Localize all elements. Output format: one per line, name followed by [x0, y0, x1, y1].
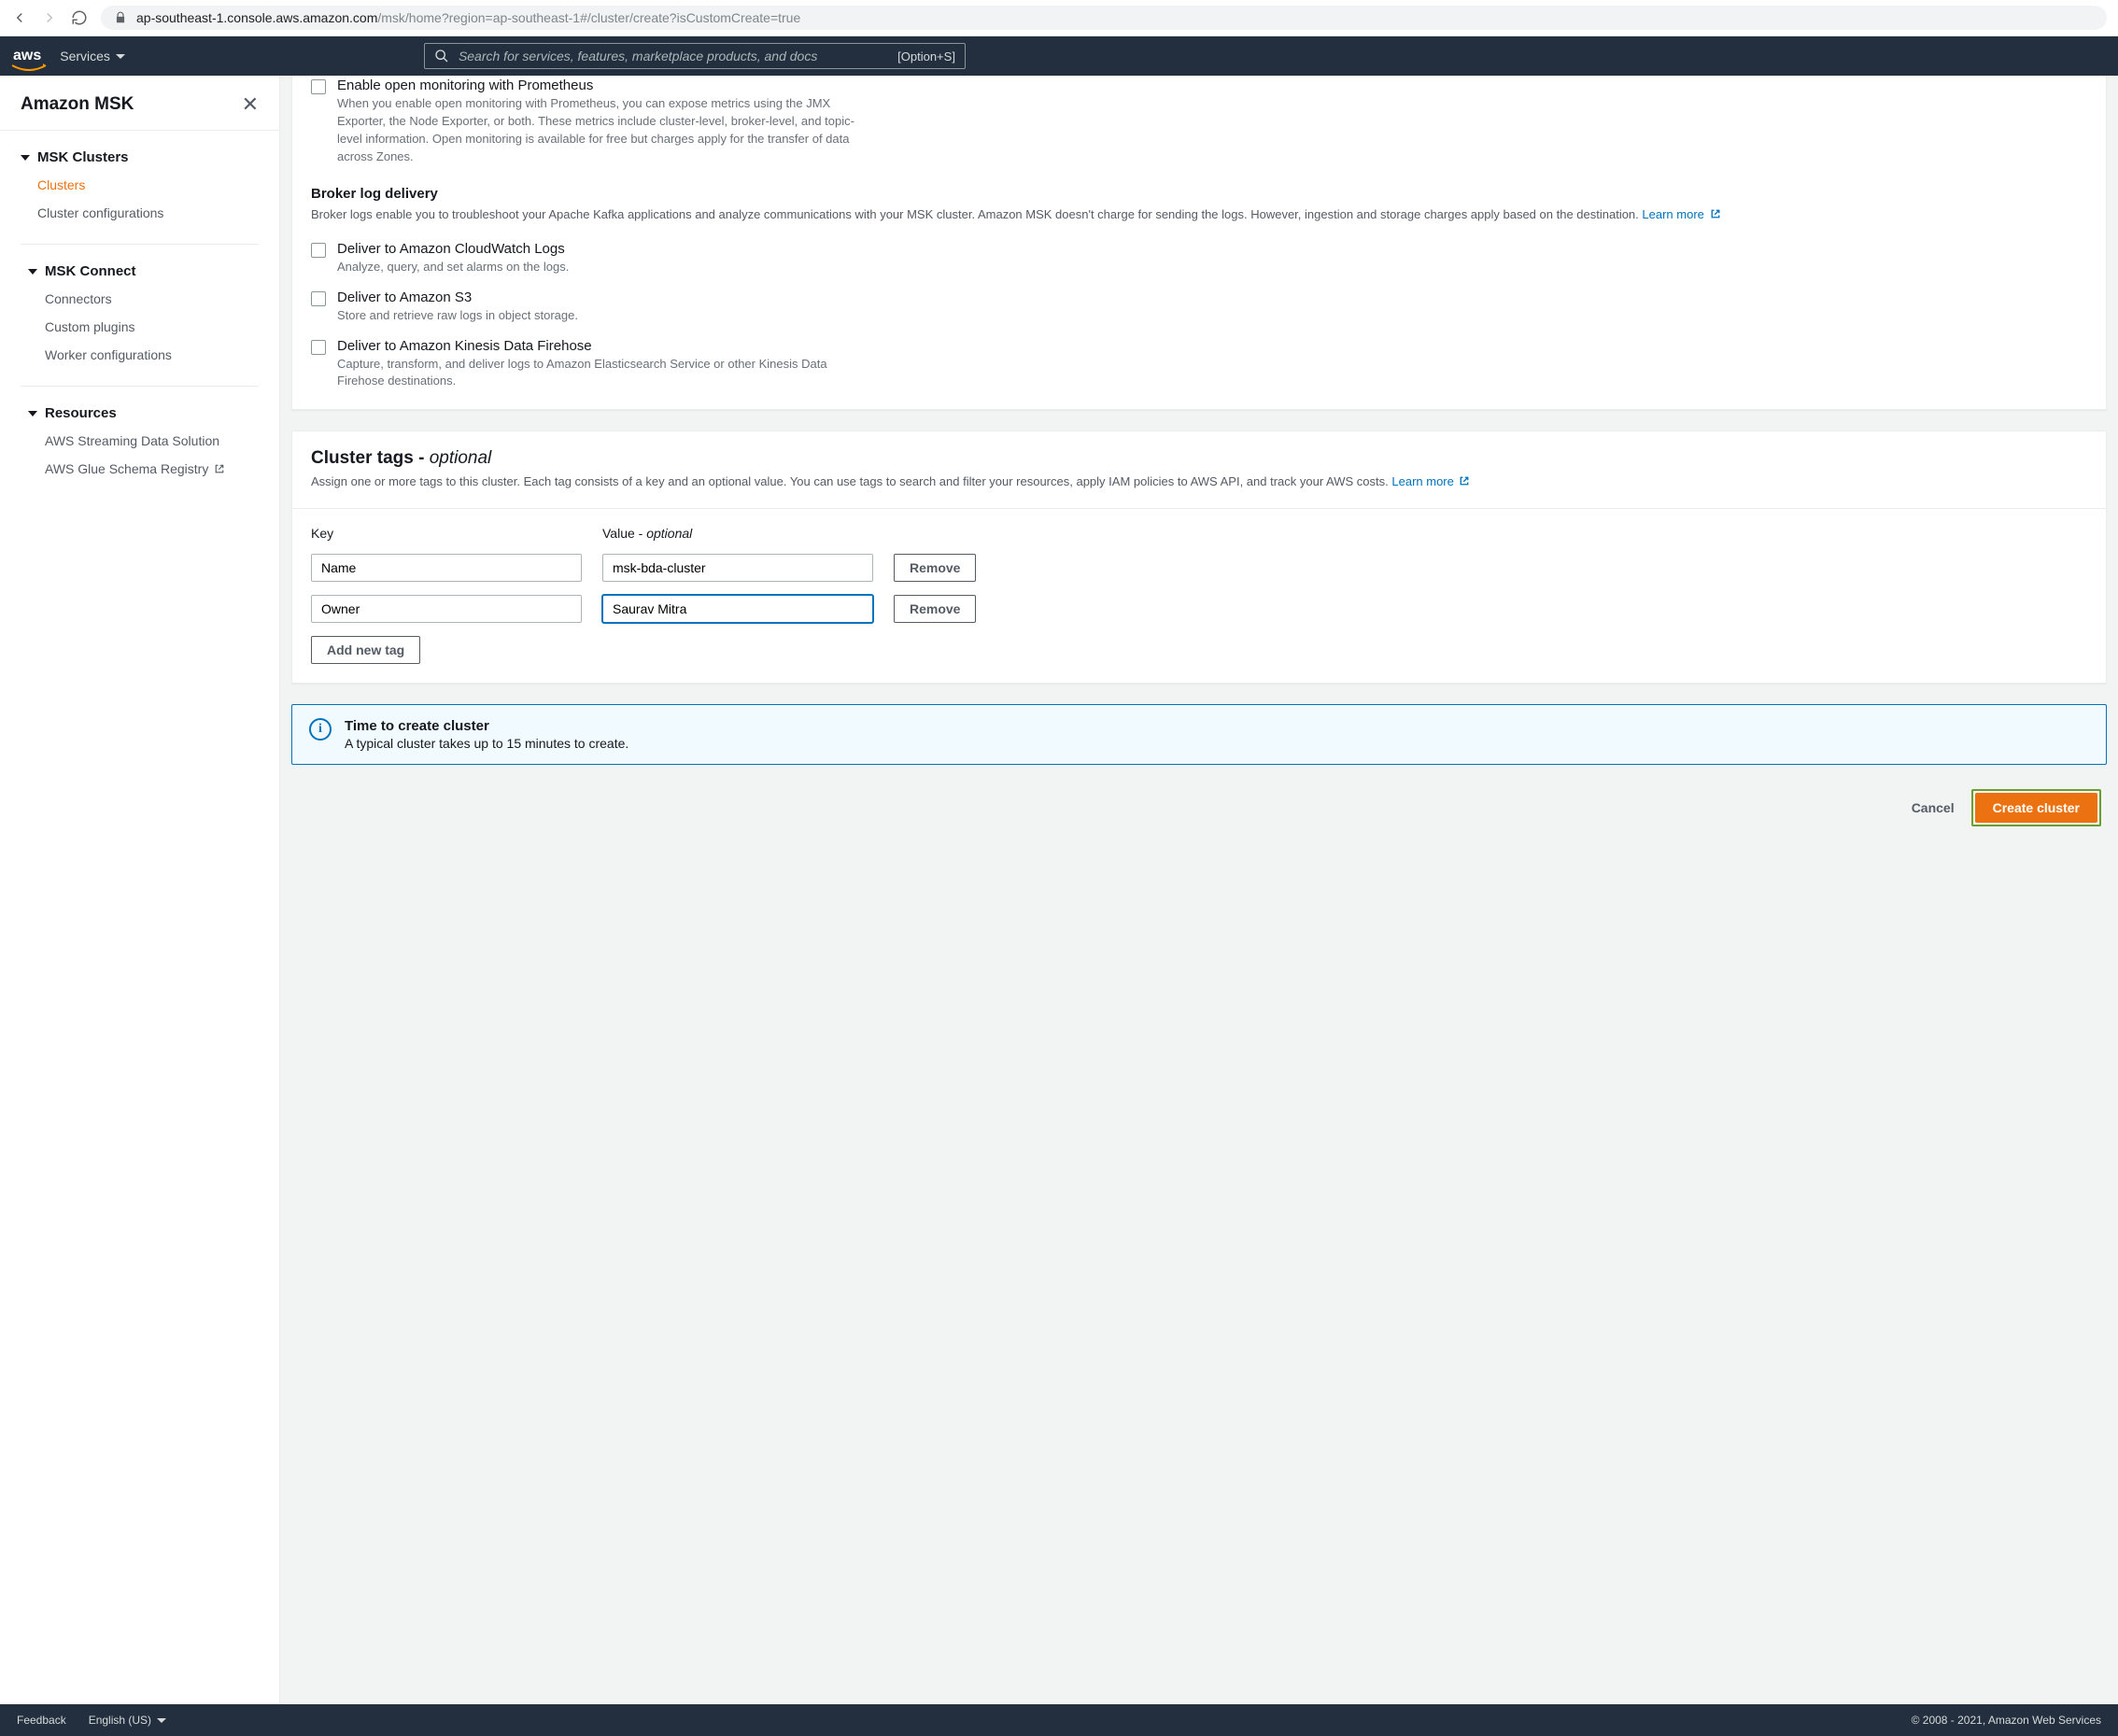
chevron-down-icon	[116, 54, 125, 59]
sidebar-item-cluster-configurations[interactable]: Cluster configurations	[13, 199, 266, 227]
tag-key-input[interactable]	[311, 595, 582, 623]
chevron-down-icon	[28, 269, 37, 275]
tag-key-header: Key	[311, 526, 582, 541]
sidebar-item-glue-schema-registry[interactable]: AWS Glue Schema Registry	[21, 455, 259, 483]
cancel-button[interactable]: Cancel	[1908, 793, 1958, 823]
url-bar[interactable]: ap-southeast-1.console.aws.amazon.com/ms…	[101, 6, 2107, 30]
sidebar-item-connectors[interactable]: Connectors	[21, 285, 259, 313]
chevron-down-icon	[28, 411, 37, 416]
external-link-icon	[1459, 475, 1470, 487]
aws-top-nav: aws Services [Option+S]	[0, 36, 2118, 76]
tag-value-input[interactable]	[602, 595, 873, 623]
nav-heading-msk-clusters[interactable]: MSK Clusters	[13, 144, 266, 171]
tag-value-input[interactable]	[602, 554, 873, 582]
forward-icon[interactable]	[41, 9, 58, 26]
feedback-link[interactable]: Feedback	[17, 1714, 66, 1727]
back-icon[interactable]	[11, 9, 28, 26]
close-icon[interactable]: ✕	[242, 92, 259, 117]
info-desc: A typical cluster takes up to 15 minutes…	[345, 736, 628, 751]
sidebar-title: Amazon MSK	[21, 94, 134, 115]
language-selector[interactable]: English (US)	[89, 1714, 166, 1727]
services-dropdown[interactable]: Services	[60, 49, 125, 64]
global-search[interactable]: [Option+S]	[424, 43, 966, 69]
learn-more-link[interactable]: Learn more	[1391, 474, 1470, 488]
learn-more-link[interactable]: Learn more	[1642, 207, 1720, 221]
search-input[interactable]	[459, 49, 888, 64]
tag-key-input[interactable]	[311, 554, 582, 582]
checkbox-firehose-desc: Capture, transform, and deliver logs to …	[337, 356, 869, 391]
checkbox-prometheus-label: Enable open monitoring with Prometheus	[337, 78, 869, 93]
checkbox-firehose-label: Deliver to Amazon Kinesis Data Firehose	[337, 338, 869, 354]
sidebar-item-custom-plugins[interactable]: Custom plugins	[21, 313, 259, 341]
checkbox-s3[interactable]	[311, 291, 326, 306]
create-highlight: Create cluster	[1971, 789, 2101, 826]
tag-row: Remove	[311, 595, 2087, 623]
cluster-tags-title: Cluster tags - optional	[311, 448, 2087, 469]
nav-heading-resources[interactable]: Resources	[21, 400, 259, 427]
create-cluster-button[interactable]: Create cluster	[1975, 793, 2097, 823]
checkbox-s3-desc: Store and retrieve raw logs in object st…	[337, 307, 578, 325]
chevron-down-icon	[157, 1718, 166, 1723]
checkbox-s3-label: Deliver to Amazon S3	[337, 289, 578, 305]
add-tag-button[interactable]: Add new tag	[311, 636, 420, 664]
search-icon	[434, 49, 449, 64]
sidebar-item-streaming-data-solution[interactable]: AWS Streaming Data Solution	[21, 427, 259, 455]
external-link-icon	[214, 463, 225, 474]
remove-tag-button[interactable]: Remove	[894, 595, 976, 623]
url-text: ap-southeast-1.console.aws.amazon.com/ms…	[136, 10, 800, 25]
copyright-text: © 2008 - 2021, Amazon Web Services	[1912, 1714, 2101, 1727]
tag-row: Remove	[311, 554, 2087, 582]
tag-value-header: Value - optional	[602, 526, 873, 541]
broker-log-desc: Broker logs enable you to troubleshoot y…	[311, 205, 2087, 224]
broker-log-heading: Broker log delivery	[311, 186, 2087, 202]
monitoring-panel: Enable open monitoring with Prometheus W…	[291, 76, 2107, 410]
checkbox-prometheus[interactable]	[311, 79, 326, 94]
footer-actions: Cancel Create cluster	[291, 789, 2107, 826]
checkbox-cloudwatch[interactable]	[311, 243, 326, 258]
checkbox-prometheus-desc: When you enable open monitoring with Pro…	[337, 95, 869, 165]
checkbox-cloudwatch-desc: Analyze, query, and set alarms on the lo…	[337, 259, 569, 276]
checkbox-cloudwatch-label: Deliver to Amazon CloudWatch Logs	[337, 241, 569, 257]
aws-logo[interactable]: aws	[13, 48, 41, 64]
remove-tag-button[interactable]: Remove	[894, 554, 976, 582]
external-link-icon	[1710, 208, 1721, 219]
info-box: i Time to create cluster A typical clust…	[291, 704, 2107, 765]
reload-icon[interactable]	[71, 9, 88, 26]
search-shortcut: [Option+S]	[897, 49, 955, 64]
lock-icon	[114, 11, 127, 24]
cluster-tags-desc: Assign one or more tags to this cluster.…	[311, 473, 2087, 491]
nav-heading-msk-connect[interactable]: MSK Connect	[21, 258, 259, 285]
cluster-tags-panel: Cluster tags - optional Assign one or mo…	[291, 430, 2107, 684]
info-icon: i	[309, 718, 332, 741]
checkbox-firehose[interactable]	[311, 340, 326, 355]
main-content: Enable open monitoring with Prometheus W…	[280, 76, 2118, 1704]
sidebar-item-clusters[interactable]: Clusters	[13, 171, 266, 199]
sidebar-item-worker-configurations[interactable]: Worker configurations	[21, 341, 259, 369]
chevron-down-icon	[21, 155, 30, 161]
sidebar: Amazon MSK ✕ MSK Clusters Clusters Clust…	[0, 76, 280, 1704]
info-title: Time to create cluster	[345, 718, 628, 734]
browser-toolbar: ap-southeast-1.console.aws.amazon.com/ms…	[0, 0, 2118, 36]
